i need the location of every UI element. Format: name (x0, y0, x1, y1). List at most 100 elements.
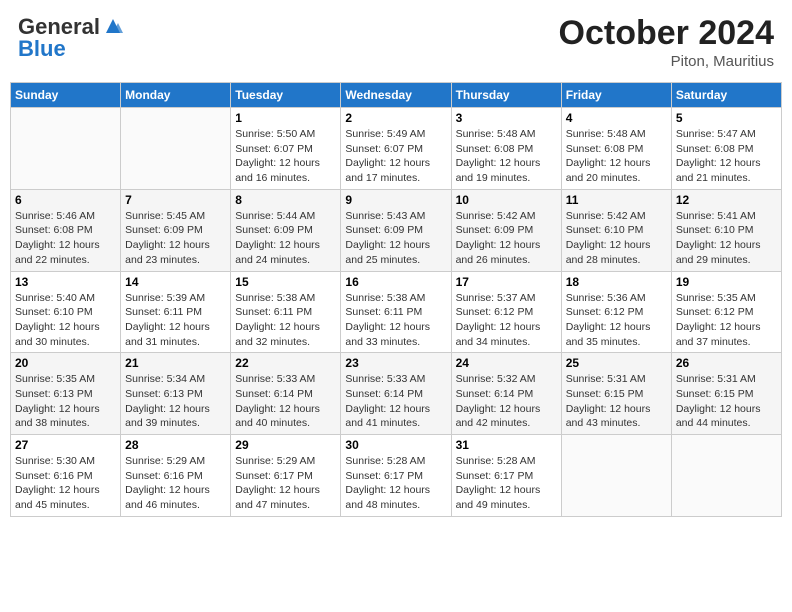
page-header: General Blue October 2024 Piton, Mauriti… (10, 10, 782, 74)
day-info: Sunrise: 5:28 AMSunset: 6:17 PMDaylight:… (345, 454, 446, 513)
calendar-cell-2-1: 6Sunrise: 5:46 AMSunset: 6:08 PMDaylight… (11, 189, 121, 271)
calendar-cell-4-2: 21Sunrise: 5:34 AMSunset: 6:13 PMDayligh… (121, 353, 231, 435)
day-info: Sunrise: 5:48 AMSunset: 6:08 PMDaylight:… (456, 127, 557, 186)
calendar-cell-4-3: 22 Sunrise: 5:33 AMSunset: 6:14 PMDayligh… (231, 353, 341, 435)
calendar-cell-4-5: 24Sunrise: 5:32 AMSunset: 6:14 PMDayligh… (451, 353, 561, 435)
calendar-cell-3-3: 15 Sunrise: 5:38 AMSunset: 6:11 PMDayligh… (231, 271, 341, 353)
day-number: 25 (566, 356, 667, 370)
day-number: 26 (676, 356, 777, 370)
day-info: Sunrise: 5:36 AMSunset: 6:12 PMDaylight:… (566, 291, 667, 350)
calendar-header-row: Sunday Monday Tuesday Wednesday Thursday… (11, 83, 782, 108)
calendar-cell-5-7 (671, 435, 781, 517)
day-number: 12 (676, 193, 777, 207)
day-number: 23 (345, 356, 446, 370)
calendar-cell-3-1: 13Sunrise: 5:40 AMSunset: 6:10 PMDayligh… (11, 271, 121, 353)
calendar-cell-2-2: 7 Sunrise: 5:45 AMSunset: 6:09 PMDaylight… (121, 189, 231, 271)
calendar-cell-1-1 (11, 108, 121, 190)
day-info: Sunrise: 5:38 AMSunset: 6:11 PMDaylight:… (235, 291, 336, 350)
day-number: 8 (235, 193, 336, 207)
day-info: Sunrise: 5:35 AMSunset: 6:13 PMDaylight:… (15, 372, 116, 431)
day-info: Sunrise: 5:33 AMSunset: 6:14 PMDaylight:… (345, 372, 446, 431)
calendar-week-2: 6Sunrise: 5:46 AMSunset: 6:08 PMDaylight… (11, 189, 782, 271)
logo: General Blue (18, 14, 124, 62)
day-info: Sunrise: 5:38 AMSunset: 6:11 PMDaylight:… (345, 291, 446, 350)
calendar-cell-2-7: 12 Sunrise: 5:41 AMSunset: 6:10 PMDayligh… (671, 189, 781, 271)
calendar-week-1: 1Sunrise: 5:50 AMSunset: 6:07 PMDaylight… (11, 108, 782, 190)
day-info: Sunrise: 5:29 AMSunset: 6:17 PMDaylight:… (235, 454, 336, 513)
day-info: Sunrise: 5:42 AMSunset: 6:09 PMDaylight:… (456, 209, 557, 268)
day-info: Sunrise: 5:45 AMSunset: 6:09 PMDaylight:… (125, 209, 226, 268)
calendar-location: Piton, Mauritius (559, 53, 774, 70)
col-tuesday: Tuesday (231, 83, 341, 108)
calendar-cell-4-1: 20 Sunrise: 5:35 AMSunset: 6:13 PMDayligh… (11, 353, 121, 435)
day-number: 3 (456, 111, 557, 125)
calendar-cell-1-6: 4 Sunrise: 5:48 AMSunset: 6:08 PMDaylight… (561, 108, 671, 190)
calendar-cell-3-5: 17Sunrise: 5:37 AMSunset: 6:12 PMDayligh… (451, 271, 561, 353)
day-number: 27 (15, 438, 116, 452)
calendar-cell-4-7: 26 Sunrise: 5:31 AMSunset: 6:15 PMDayligh… (671, 353, 781, 435)
calendar-cell-5-4: 30 Sunrise: 5:28 AMSunset: 6:17 PMDayligh… (341, 435, 451, 517)
day-number: 10 (456, 193, 557, 207)
day-info: Sunrise: 5:46 AMSunset: 6:08 PMDaylight:… (15, 209, 116, 268)
calendar-cell-3-7: 19 Sunrise: 5:35 AMSunset: 6:12 PMDayligh… (671, 271, 781, 353)
calendar-cell-3-2: 14 Sunrise: 5:39 AMSunset: 6:11 PMDayligh… (121, 271, 231, 353)
day-info: Sunrise: 5:31 AMSunset: 6:15 PMDaylight:… (676, 372, 777, 431)
calendar-cell-1-3: 1Sunrise: 5:50 AMSunset: 6:07 PMDaylight… (231, 108, 341, 190)
day-info: Sunrise: 5:44 AMSunset: 6:09 PMDaylight:… (235, 209, 336, 268)
day-number: 20 (15, 356, 116, 370)
day-info: Sunrise: 5:48 AMSunset: 6:08 PMDaylight:… (566, 127, 667, 186)
calendar-cell-1-4: 2 Sunrise: 5:49 AMSunset: 6:07 PMDaylight… (341, 108, 451, 190)
day-info: Sunrise: 5:39 AMSunset: 6:11 PMDaylight:… (125, 291, 226, 350)
day-number: 5 (676, 111, 777, 125)
day-info: Sunrise: 5:37 AMSunset: 6:12 PMDaylight:… (456, 291, 557, 350)
day-number: 18 (566, 275, 667, 289)
calendar-cell-1-5: 3 Sunrise: 5:48 AMSunset: 6:08 PMDaylight… (451, 108, 561, 190)
day-number: 31 (456, 438, 557, 452)
day-number: 7 (125, 193, 226, 207)
col-saturday: Saturday (671, 83, 781, 108)
calendar-cell-4-6: 25 Sunrise: 5:31 AMSunset: 6:15 PMDayligh… (561, 353, 671, 435)
calendar-cell-3-4: 16Sunrise: 5:38 AMSunset: 6:11 PMDayligh… (341, 271, 451, 353)
day-number: 9 (345, 193, 446, 207)
day-number: 4 (566, 111, 667, 125)
calendar-title: October 2024 (559, 14, 774, 53)
col-monday: Monday (121, 83, 231, 108)
calendar-cell-5-2: 28 Sunrise: 5:29 AMSunset: 6:16 PMDayligh… (121, 435, 231, 517)
day-number: 14 (125, 275, 226, 289)
calendar-table: Sunday Monday Tuesday Wednesday Thursday… (10, 82, 782, 517)
calendar-cell-4-4: 23 Sunrise: 5:33 AMSunset: 6:14 PMDayligh… (341, 353, 451, 435)
day-info: Sunrise: 5:31 AMSunset: 6:15 PMDaylight:… (566, 372, 667, 431)
day-info: Sunrise: 5:49 AMSunset: 6:07 PMDaylight:… (345, 127, 446, 186)
day-number: 1 (235, 111, 336, 125)
col-sunday: Sunday (11, 83, 121, 108)
calendar-cell-5-6 (561, 435, 671, 517)
day-number: 22 (235, 356, 336, 370)
calendar-week-5: 27Sunrise: 5:30 AMSunset: 6:16 PMDayligh… (11, 435, 782, 517)
calendar-cell-2-4: 9 Sunrise: 5:43 AMSunset: 6:09 PMDaylight… (341, 189, 451, 271)
day-number: 2 (345, 111, 446, 125)
day-number: 28 (125, 438, 226, 452)
logo-icon (102, 15, 124, 37)
day-info: Sunrise: 5:43 AMSunset: 6:09 PMDaylight:… (345, 209, 446, 268)
day-number: 21 (125, 356, 226, 370)
day-info: Sunrise: 5:41 AMSunset: 6:10 PMDaylight:… (676, 209, 777, 268)
day-info: Sunrise: 5:33 AMSunset: 6:14 PMDaylight:… (235, 372, 336, 431)
day-info: Sunrise: 5:42 AMSunset: 6:10 PMDaylight:… (566, 209, 667, 268)
day-number: 30 (345, 438, 446, 452)
calendar-cell-5-5: 31 Sunrise: 5:28 AMSunset: 6:17 PMDayligh… (451, 435, 561, 517)
col-thursday: Thursday (451, 83, 561, 108)
day-number: 19 (676, 275, 777, 289)
day-number: 24 (456, 356, 557, 370)
col-friday: Friday (561, 83, 671, 108)
day-info: Sunrise: 5:47 AMSunset: 6:08 PMDaylight:… (676, 127, 777, 186)
day-info: Sunrise: 5:28 AMSunset: 6:17 PMDaylight:… (456, 454, 557, 513)
day-number: 15 (235, 275, 336, 289)
day-info: Sunrise: 5:35 AMSunset: 6:12 PMDaylight:… (676, 291, 777, 350)
calendar-cell-1-7: 5 Sunrise: 5:47 AMSunset: 6:08 PMDaylight… (671, 108, 781, 190)
title-block: October 2024 Piton, Mauritius (559, 14, 774, 70)
calendar-cell-1-2 (121, 108, 231, 190)
day-info: Sunrise: 5:29 AMSunset: 6:16 PMDaylight:… (125, 454, 226, 513)
col-wednesday: Wednesday (341, 83, 451, 108)
calendar-cell-2-3: 8 Sunrise: 5:44 AMSunset: 6:09 PMDaylight… (231, 189, 341, 271)
calendar-cell-3-6: 18 Sunrise: 5:36 AMSunset: 6:12 PMDayligh… (561, 271, 671, 353)
